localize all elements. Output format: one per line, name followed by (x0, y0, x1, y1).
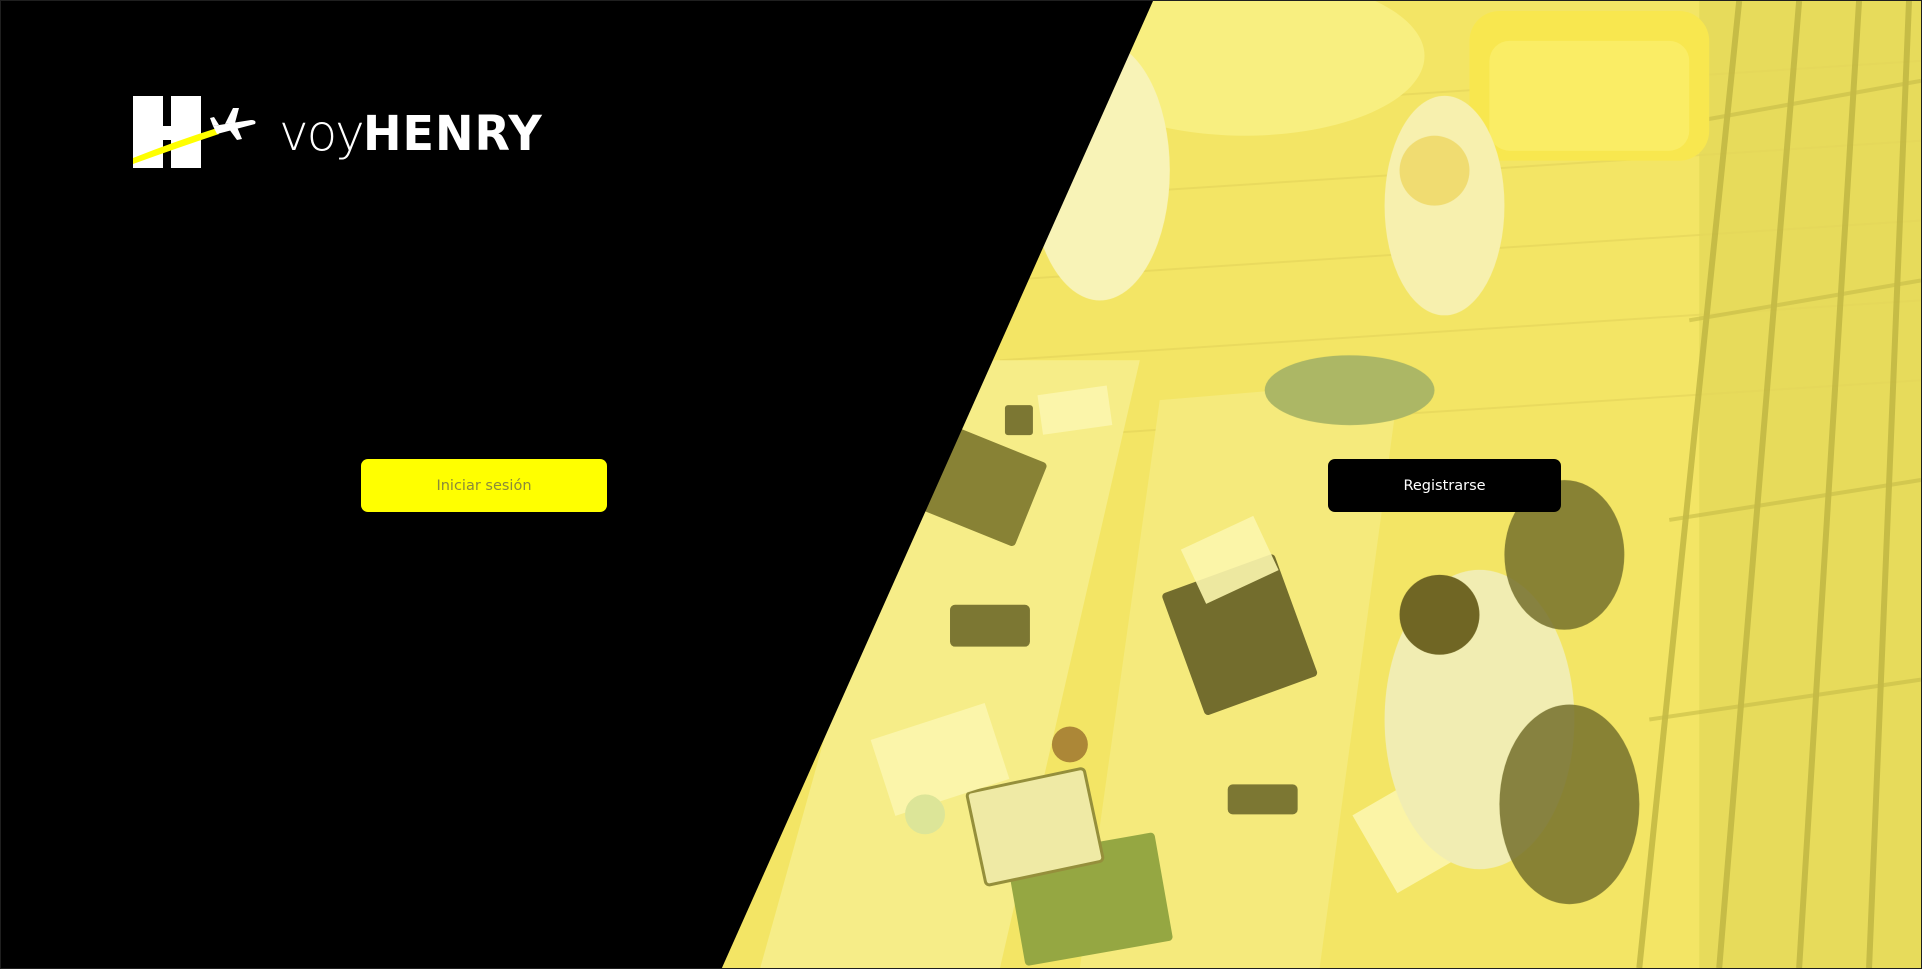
brand-wordmark: voy HENRY (279, 96, 550, 170)
landing-page: voy HENRY Iniciar sesión Registrarse (0, 0, 1922, 970)
henry-h-airplane-logo-icon (133, 96, 256, 168)
login-button[interactable]: Iniciar sesión (361, 459, 607, 512)
brand-prefix: voy (279, 104, 365, 162)
viewport-frame: voy HENRY Iniciar sesión Registrarse (0, 0, 1922, 969)
brand-name: HENRY (362, 106, 543, 162)
voyhenry-logo: voy HENRY (133, 96, 553, 170)
register-button[interactable]: Registrarse (1328, 459, 1561, 512)
